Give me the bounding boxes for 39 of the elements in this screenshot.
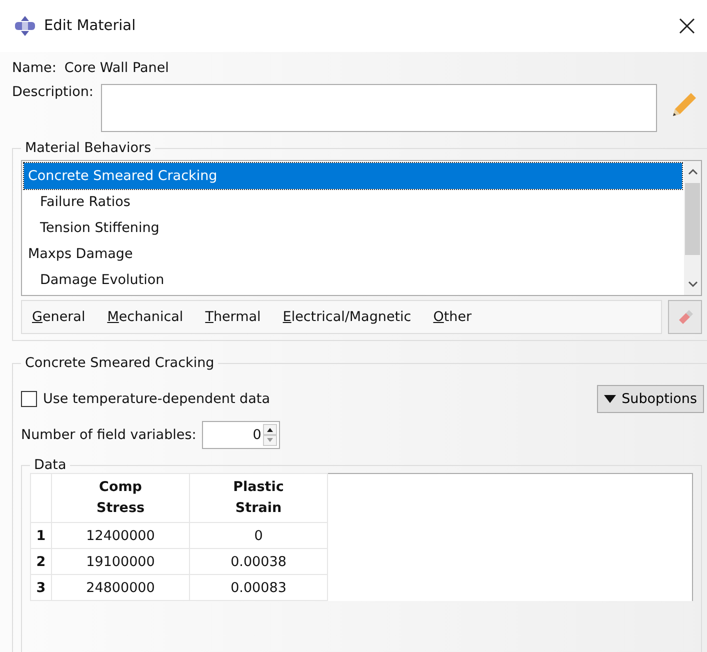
table-cell: 0.00038 (190, 548, 328, 574)
name-value: Core Wall Panel (64, 60, 169, 76)
menu-item[interactable]: Mechanical (107, 309, 184, 325)
row-number: 3 (30, 574, 52, 600)
behavior-item[interactable]: Tension Stiffening (24, 215, 682, 241)
table-cell: 0.00083 (190, 574, 328, 600)
spin-arrows-icon[interactable] (263, 424, 278, 446)
table-cell: 0 (190, 522, 328, 548)
behavior-item[interactable]: Damage Evolution (24, 267, 682, 293)
column-header: Comp Stress (52, 474, 190, 522)
description-field[interactable] (101, 84, 658, 132)
menu-item[interactable]: Thermal (205, 309, 261, 325)
section-title: Concrete Smeared Cracking (24, 355, 216, 371)
table-cell: 19100000 (52, 548, 190, 574)
column-header: Plastic Strain (190, 474, 328, 522)
behavior-item[interactable]: Failure Ratios (24, 189, 682, 215)
checkbox-label: Use temperature-dependent data (43, 391, 270, 407)
behavior-item[interactable]: Concrete Smeared Cracking (24, 163, 682, 189)
menu-item[interactable]: Other (433, 309, 472, 325)
caret-icon (604, 395, 616, 403)
behavior-item[interactable]: Maxps Damage (24, 241, 682, 267)
scrollbar[interactable] (684, 161, 701, 295)
field-variables-spinner[interactable]: 0 (202, 421, 280, 449)
app-icon (14, 16, 36, 36)
suboptions-button[interactable]: Suboptions (596, 385, 704, 413)
name-label: Name: (12, 60, 56, 76)
close-icon[interactable] (677, 16, 697, 36)
field-variables-label: Number of field variables: (21, 427, 196, 443)
table-cell: 24800000 (52, 574, 190, 600)
window-title: Edit Material (44, 18, 136, 34)
menu-item[interactable]: General (32, 309, 86, 325)
row-number: 1 (30, 522, 52, 548)
checkbox[interactable] (21, 391, 37, 407)
menu-item[interactable]: Electrical/Magnetic (282, 309, 412, 325)
section-title: Material Behaviors (24, 140, 152, 156)
table-cell: 12400000 (52, 522, 190, 548)
section-title: Data (33, 457, 68, 473)
row-number: 2 (30, 548, 52, 574)
description-label: Description: (12, 84, 94, 100)
